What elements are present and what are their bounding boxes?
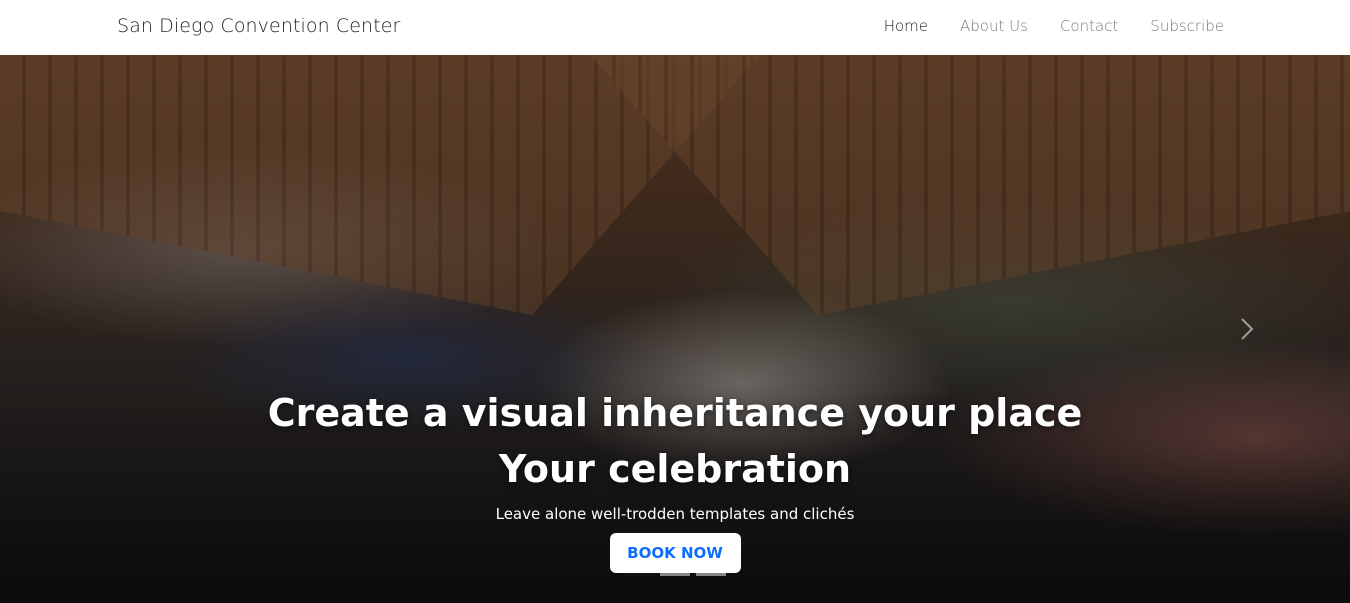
nav-subscribe[interactable]: Subscribe [1150, 17, 1224, 35]
nav-about-us[interactable]: About Us [960, 17, 1028, 35]
nav-contact[interactable]: Contact [1060, 17, 1118, 35]
chevron-right-icon[interactable] [1238, 317, 1256, 341]
nav-home[interactable]: Home [884, 17, 928, 35]
carousel-indicator[interactable] [696, 573, 726, 576]
carousel-caption: Create a visual inheritance your place Y… [0, 385, 1350, 573]
carousel-indicators [624, 573, 726, 576]
hero-carousel: Create a visual inheritance your place Y… [0, 55, 1350, 603]
hero-headline-line2: Your celebration [498, 447, 852, 491]
hero-subtitle: Leave alone well-trodden templates and c… [495, 505, 855, 523]
brand-link[interactable]: San Diego Convention Center [117, 15, 400, 37]
hero-headline-line1: Create a visual inheritance your place [267, 391, 1083, 435]
navbar: San Diego Convention Center Home About U… [0, 0, 1350, 55]
nav-links: Home About Us Contact Subscribe [884, 17, 1224, 35]
carousel-indicator[interactable] [624, 573, 654, 576]
carousel-indicator[interactable] [660, 573, 690, 576]
book-now-button[interactable]: BOOK NOW [609, 533, 741, 573]
